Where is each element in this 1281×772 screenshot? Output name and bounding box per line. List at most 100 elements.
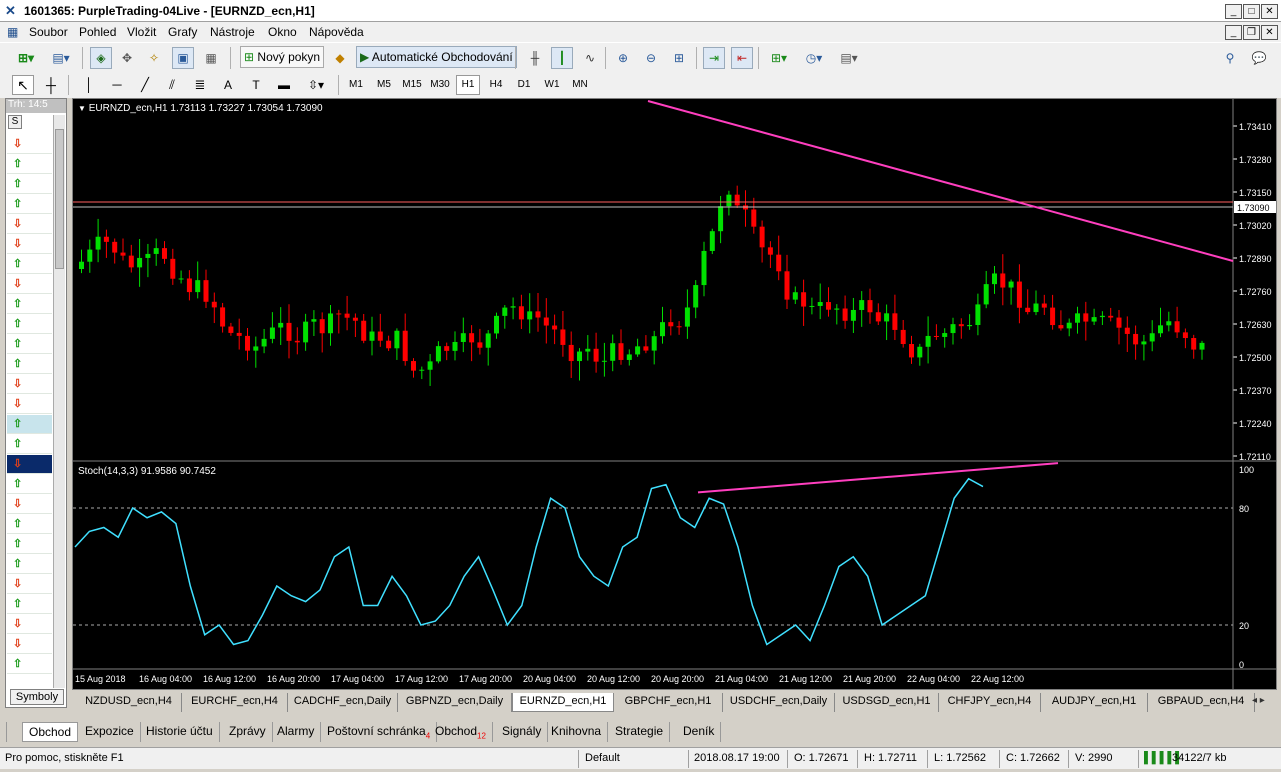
market-watch-row[interactable]: ⇧: [7, 515, 52, 534]
candlestick-icon[interactable]: ┃: [551, 47, 573, 69]
line-chart-icon[interactable]: ∿: [579, 47, 601, 69]
chart-tab[interactable]: GBPAUD_ecn,H4: [1148, 693, 1255, 712]
market-watch-row[interactable]: ⇧: [7, 335, 52, 354]
market-watch-row[interactable]: ⇧: [7, 175, 52, 194]
menu-view[interactable]: Pohled: [79, 25, 116, 39]
timeframe-h1[interactable]: H1: [456, 75, 480, 95]
search-icon[interactable]: ⚲: [1220, 47, 1240, 69]
fibonacci-icon[interactable]: ≣: [189, 75, 211, 95]
chart-tab[interactable]: CHFJPY_ecn,H4: [939, 693, 1041, 712]
menu-charts[interactable]: Grafy: [168, 25, 197, 39]
menu-help[interactable]: Nápověda: [309, 25, 364, 39]
market-watch-row[interactable]: ⇧: [7, 295, 52, 314]
bar-chart-icon[interactable]: ╫: [524, 47, 546, 69]
market-watch-row[interactable]: ⇩: [7, 395, 52, 414]
channel-icon[interactable]: ⫽: [161, 75, 183, 95]
new-chart-icon[interactable]: ⊞▾: [10, 47, 42, 69]
metaeditor-icon[interactable]: ◆: [329, 47, 351, 69]
chart-tab[interactable]: NZDUSD_ecn,H4: [76, 693, 182, 712]
terminal-tab[interactable]: Zprávy: [223, 722, 273, 742]
market-watch-row[interactable]: ⇩: [7, 615, 52, 634]
timeframe-mn[interactable]: MN: [568, 75, 592, 95]
minimize-button[interactable]: _: [1225, 4, 1242, 19]
market-watch-column-s[interactable]: S: [8, 115, 22, 129]
terminal-tab[interactable]: Alarmy: [271, 722, 322, 742]
market-watch-row[interactable]: ⇧: [7, 195, 52, 214]
timeframe-m5[interactable]: M5: [372, 75, 396, 95]
market-watch-row[interactable]: ⇩: [7, 575, 52, 594]
market-watch-row[interactable]: ⇧: [7, 415, 52, 434]
arrow-shapes-icon[interactable]: ▬: [273, 75, 295, 95]
market-watch-row[interactable]: ⇩: [7, 135, 52, 154]
terminal-tab[interactable]: Poštovní schránka4: [321, 722, 438, 742]
market-watch-row[interactable]: ⇩: [7, 235, 52, 254]
symbols-button[interactable]: Symboly: [10, 689, 64, 705]
chart-tab[interactable]: GBPCHF_ecn,H1: [614, 693, 723, 712]
navigator-icon[interactable]: ✧: [143, 47, 165, 69]
timeframe-m1[interactable]: M1: [344, 75, 368, 95]
horizontal-line-icon[interactable]: ─: [106, 75, 128, 95]
zoom-out-icon[interactable]: ⊖: [640, 47, 662, 69]
close-button[interactable]: ✕: [1261, 4, 1278, 19]
market-watch-row[interactable]: ⇧: [7, 535, 52, 554]
chart-tab[interactable]: EURCHF_ecn,H4: [182, 693, 288, 712]
periods-icon[interactable]: ◷▾: [800, 47, 828, 69]
cursor-icon[interactable]: ↖: [12, 75, 34, 95]
market-watch-row[interactable]: ⇧: [7, 355, 52, 374]
vertical-line-icon[interactable]: │: [78, 75, 100, 95]
chart-tab[interactable]: USDCHF_ecn,Daily: [723, 693, 835, 712]
auto-scroll-icon[interactable]: ⇥: [703, 47, 725, 69]
terminal-tab[interactable]: Knihovna: [545, 722, 609, 742]
terminal-tab[interactable]: Historie účtu: [140, 722, 220, 742]
menu-file[interactable]: Soubor: [29, 25, 68, 39]
chart-tab[interactable]: AUDJPY_ecn,H1: [1041, 693, 1148, 712]
child-restore-button[interactable]: ❐: [1243, 25, 1260, 40]
market-watch-row[interactable]: ⇧: [7, 435, 52, 454]
market-watch-row[interactable]: ⇧: [7, 655, 52, 674]
terminal-tab[interactable]: Strategie: [609, 722, 671, 742]
data-window-icon[interactable]: ✥: [116, 47, 138, 69]
tester-icon[interactable]: ▦: [200, 47, 222, 69]
price-chart[interactable]: 1.73410 1.73280 1.73150 1.73020 1.72890 1.727…: [73, 99, 1276, 689]
chart-tab[interactable]: GBPNZD_ecn,Daily: [398, 693, 512, 712]
timeframe-m15[interactable]: M15: [400, 75, 424, 95]
tile-windows-icon[interactable]: ⊞: [668, 47, 690, 69]
market-watch-row[interactable]: ⇩: [7, 495, 52, 514]
new-order-button[interactable]: ⊞ Nový pokyn: [240, 46, 325, 68]
market-watch-row[interactable]: ⇧: [7, 315, 52, 334]
chart-tab[interactable]: EURNZD_ecn,H1: [512, 693, 614, 712]
market-watch-row[interactable]: ⇩: [7, 215, 52, 234]
child-minimize-button[interactable]: _: [1225, 25, 1242, 40]
chat-icon[interactable]: 💬: [1247, 47, 1271, 69]
trendline-icon[interactable]: ╱: [134, 75, 156, 95]
menu-window[interactable]: Okno: [268, 25, 297, 39]
maximize-button[interactable]: □: [1243, 4, 1260, 19]
menu-insert[interactable]: Vložit: [127, 25, 156, 39]
market-watch-row[interactable]: ⇧: [7, 255, 52, 274]
terminal-tab[interactable]: Obchod: [22, 722, 79, 742]
market-watch-row[interactable]: ⇩: [7, 635, 52, 654]
chart-window[interactable]: 1.73410 1.73280 1.73150 1.73020 1.72890 1.727…: [72, 98, 1277, 690]
menu-tools[interactable]: Nástroje: [210, 25, 255, 39]
terminal-icon[interactable]: ▣: [172, 47, 194, 69]
timeframe-h4[interactable]: H4: [484, 75, 508, 95]
timeframe-m30[interactable]: M30: [428, 75, 452, 95]
timeframe-d1[interactable]: D1: [512, 75, 536, 95]
text-icon[interactable]: A: [217, 75, 239, 95]
chart-tab[interactable]: USDSGD_ecn,H1: [835, 693, 939, 712]
crosshair-icon[interactable]: ┼: [40, 75, 62, 95]
profiles-icon[interactable]: ▤▾: [47, 47, 75, 69]
templates-icon[interactable]: ▤▾: [835, 47, 863, 69]
market-watch-row[interactable]: ⇩: [7, 455, 52, 474]
auto-trading-button[interactable]: ▶ Automatické Obchodování: [356, 46, 517, 68]
chart-shift-icon[interactable]: ⇤: [731, 47, 753, 69]
text-label-icon[interactable]: T: [245, 75, 267, 95]
market-watch-scrollbar[interactable]: [53, 115, 65, 688]
chart-tab[interactable]: CADCHF_ecn,Daily: [288, 693, 398, 712]
child-close-button[interactable]: ✕: [1261, 25, 1278, 40]
terminal-tab[interactable]: Deník: [677, 722, 722, 742]
market-watch-row[interactable]: ⇧: [7, 555, 52, 574]
market-watch-row[interactable]: ⇧: [7, 475, 52, 494]
scrollbar-thumb[interactable]: [55, 129, 64, 269]
terminal-tab[interactable]: Obchod12: [429, 722, 493, 742]
